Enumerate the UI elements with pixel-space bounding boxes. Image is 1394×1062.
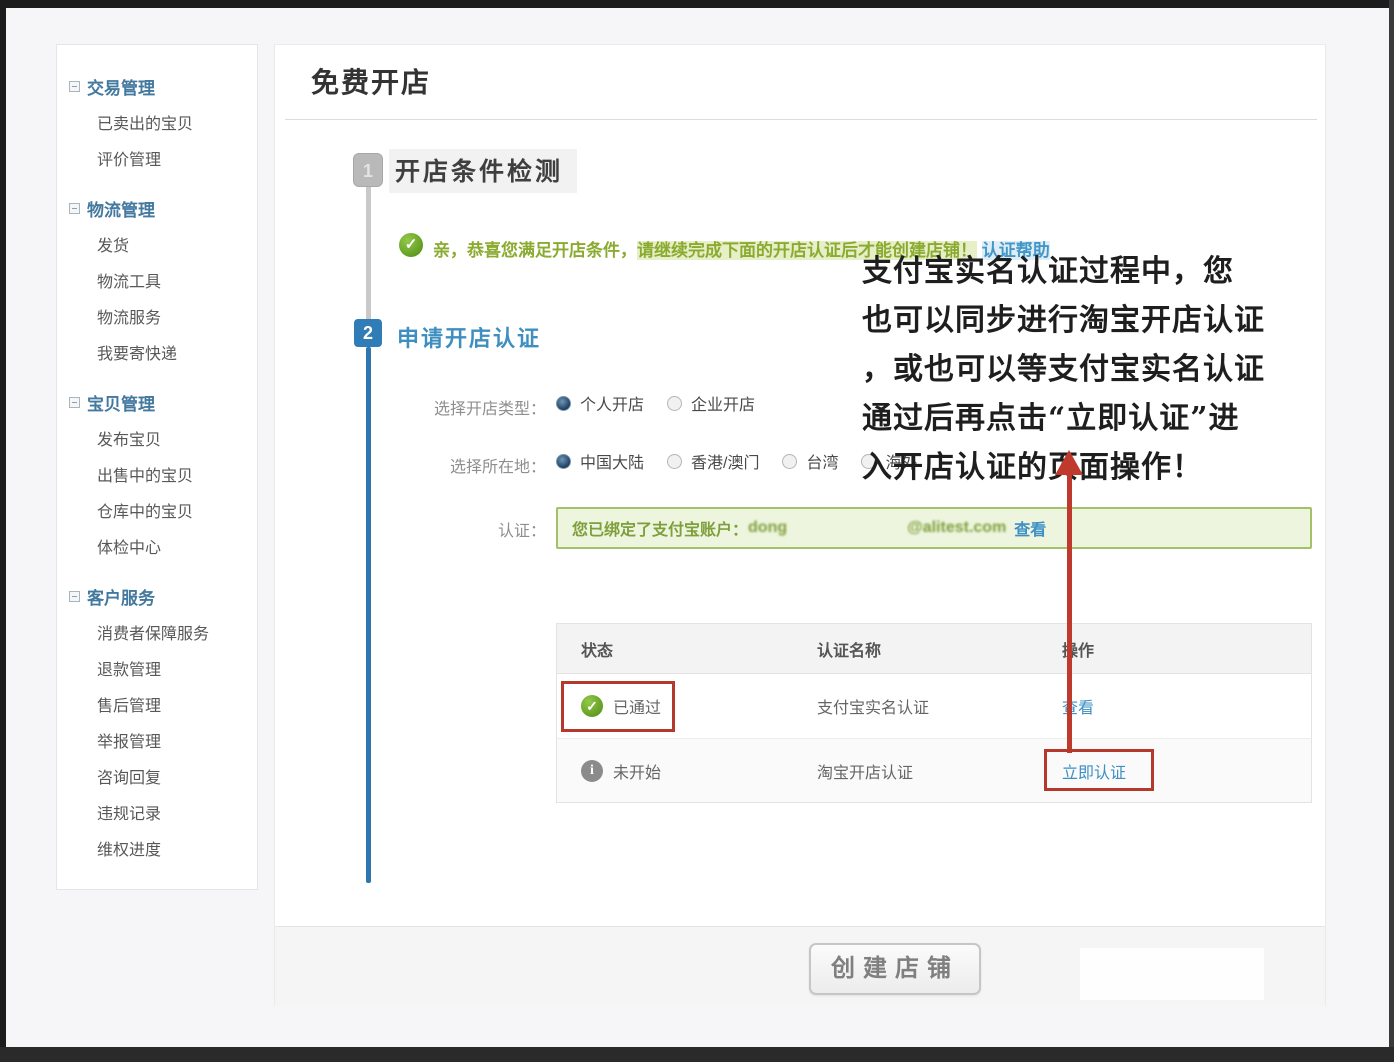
highlight-box-certify-now bbox=[1044, 749, 1154, 791]
radio-label[interactable]: 台湾 bbox=[806, 449, 838, 473]
sidebar-group-label: 交易管理 bbox=[87, 74, 155, 99]
info-icon: i bbox=[581, 760, 603, 782]
frame-border-right bbox=[1389, 0, 1394, 1048]
collapse-icon bbox=[69, 81, 80, 92]
sidebar-item-review-management[interactable]: 评价管理 bbox=[69, 143, 257, 179]
cert-account-name: dong bbox=[748, 519, 787, 537]
step2-title: 申请开店认证 bbox=[397, 321, 541, 353]
sidebar-header-customer-service[interactable]: 客户服务 bbox=[69, 581, 257, 611]
red-arrow-head-icon bbox=[1055, 450, 1083, 475]
sidebar-group-trade: 交易管理 已卖出的宝贝 评价管理 bbox=[69, 71, 257, 179]
radio-hongkong-macau[interactable] bbox=[667, 454, 682, 469]
location-label: 选择所在地： bbox=[371, 453, 546, 477]
sidebar-header-logistics-management[interactable]: 物流管理 bbox=[69, 193, 257, 223]
sidebar-item-consult-reply[interactable]: 咨询回复 bbox=[69, 761, 257, 797]
watermark-box bbox=[1080, 948, 1264, 1000]
sidebar-item-refund-management[interactable]: 退款管理 bbox=[69, 653, 257, 689]
alipay-bound-box: 您已绑定了支付宝账户：dong @alitest.com 查看 bbox=[556, 507, 1312, 549]
annotation-line: 通过后再点击“立即认证”进 bbox=[862, 394, 1322, 443]
sidebar-item-sold-items[interactable]: 已卖出的宝贝 bbox=[69, 107, 257, 143]
shop-type-label: 选择开店类型： bbox=[371, 395, 546, 419]
radio-taiwan[interactable] bbox=[782, 454, 797, 469]
sidebar-item-health-center[interactable]: 体检中心 bbox=[69, 531, 257, 567]
shop-type-options: 个人开店 企业开店 bbox=[556, 391, 769, 415]
frame-border-bottom bbox=[0, 1047, 1394, 1062]
sidebar-header-trade-management[interactable]: 交易管理 bbox=[69, 71, 257, 101]
sidebar-item-violation-records[interactable]: 违规记录 bbox=[69, 797, 257, 833]
radio-label[interactable]: 企业开店 bbox=[691, 391, 755, 415]
success-check-icon: ✓ bbox=[399, 233, 423, 257]
screenshot-root: 交易管理 已卖出的宝贝 评价管理 物流管理 发货 物流工具 物流服务 我要寄快递… bbox=[0, 0, 1394, 1062]
collapse-icon bbox=[69, 397, 80, 408]
frame-border-left bbox=[0, 0, 6, 1048]
sidebar-header-item-management[interactable]: 宝贝管理 bbox=[69, 387, 257, 417]
sidebar-group-label: 宝贝管理 bbox=[87, 390, 155, 415]
sidebar-item-logistics-tools[interactable]: 物流工具 bbox=[69, 265, 257, 301]
table-header-row: 状态 认证名称 操作 bbox=[557, 624, 1311, 674]
step1-title: 开店条件检测 bbox=[389, 149, 577, 193]
cert-name: 支付宝实名认证 bbox=[817, 694, 1062, 718]
header-cert-name: 认证名称 bbox=[817, 637, 1062, 661]
sidebar-item-send-express[interactable]: 我要寄快递 bbox=[69, 337, 257, 373]
radio-label[interactable]: 个人开店 bbox=[580, 391, 644, 415]
main-content: 免费开店 1 开店条件检测 ✓ 亲，恭喜您满足开店条件，请继续完成下面的开店认证… bbox=[274, 44, 1326, 1006]
radio-mainland-china[interactable] bbox=[556, 454, 571, 469]
annotation-line: ，或也可以等支付宝实名认证 bbox=[862, 345, 1322, 394]
cert-view-link[interactable]: 查看 bbox=[1014, 516, 1046, 540]
annotation-line: 入开店认证的页面操作！ bbox=[862, 443, 1322, 492]
sidebar-item-rights-progress[interactable]: 维权进度 bbox=[69, 833, 257, 869]
red-arrow-line bbox=[1067, 472, 1072, 753]
radio-label[interactable]: 香港/澳门 bbox=[691, 449, 759, 473]
frame-border-top bbox=[0, 0, 1394, 8]
sidebar-item-publish-item[interactable]: 发布宝贝 bbox=[69, 423, 257, 459]
sidebar-group-label: 客户服务 bbox=[87, 584, 155, 609]
cert-bound-text: 您已绑定了支付宝账户： bbox=[572, 516, 748, 540]
sidebar-group-logistics: 物流管理 发货 物流工具 物流服务 我要寄快递 bbox=[69, 193, 257, 373]
step-timeline-blue bbox=[366, 347, 371, 883]
step-timeline-gray bbox=[366, 187, 371, 319]
cert-account-domain: @alitest.com bbox=[907, 519, 1006, 537]
radio-personal-shop[interactable] bbox=[556, 396, 571, 411]
radio-label[interactable]: 中国大陆 bbox=[580, 449, 644, 473]
annotation-line: 支付宝实名认证过程中，您 bbox=[862, 247, 1322, 296]
sidebar: 交易管理 已卖出的宝贝 评价管理 物流管理 发货 物流工具 物流服务 我要寄快递… bbox=[56, 44, 258, 890]
annotation-note: 支付宝实名认证过程中，您 也可以同步进行淘宝开店认证 ，或也可以等支付宝实名认证… bbox=[862, 247, 1322, 492]
highlight-box-passed-status bbox=[561, 681, 675, 732]
header-operation: 操作 bbox=[1062, 637, 1311, 661]
cert-label: 认证： bbox=[371, 517, 546, 541]
sidebar-item-items-in-stock[interactable]: 仓库中的宝贝 bbox=[69, 495, 257, 531]
sidebar-item-logistics-services[interactable]: 物流服务 bbox=[69, 301, 257, 337]
header-status: 状态 bbox=[557, 637, 817, 661]
table-row-taobao-cert: i 未开始 淘宝开店认证 立即认证 bbox=[557, 738, 1311, 802]
sidebar-item-aftersale-management[interactable]: 售后管理 bbox=[69, 689, 257, 725]
sidebar-group-items: 宝贝管理 发布宝贝 出售中的宝贝 仓库中的宝贝 体检中心 bbox=[69, 387, 257, 567]
create-shop-button[interactable]: 创建店铺 bbox=[809, 943, 981, 995]
status-badge: 未开始 bbox=[613, 759, 661, 783]
sidebar-group-label: 物流管理 bbox=[87, 196, 155, 221]
step1-badge: 1 bbox=[353, 153, 383, 187]
collapse-icon bbox=[69, 591, 80, 602]
radio-enterprise-shop[interactable] bbox=[667, 396, 682, 411]
sidebar-item-ship-goods[interactable]: 发货 bbox=[69, 229, 257, 265]
page-title: 免费开店 bbox=[311, 61, 431, 101]
cert-name: 淘宝开店认证 bbox=[817, 759, 1062, 783]
collapse-icon bbox=[69, 203, 80, 214]
notice-prefix: 亲，恭喜您满足开店条件， bbox=[433, 241, 637, 260]
annotation-line: 也可以同步进行淘宝开店认证 bbox=[862, 296, 1322, 345]
step2-badge: 2 bbox=[354, 319, 382, 347]
sidebar-group-service: 客户服务 消费者保障服务 退款管理 售后管理 举报管理 咨询回复 违规记录 维权… bbox=[69, 581, 257, 869]
sidebar-item-report-management[interactable]: 举报管理 bbox=[69, 725, 257, 761]
sidebar-item-consumer-protection[interactable]: 消费者保障服务 bbox=[69, 617, 257, 653]
sidebar-item-items-on-sale[interactable]: 出售中的宝贝 bbox=[69, 459, 257, 495]
divider bbox=[285, 119, 1317, 120]
